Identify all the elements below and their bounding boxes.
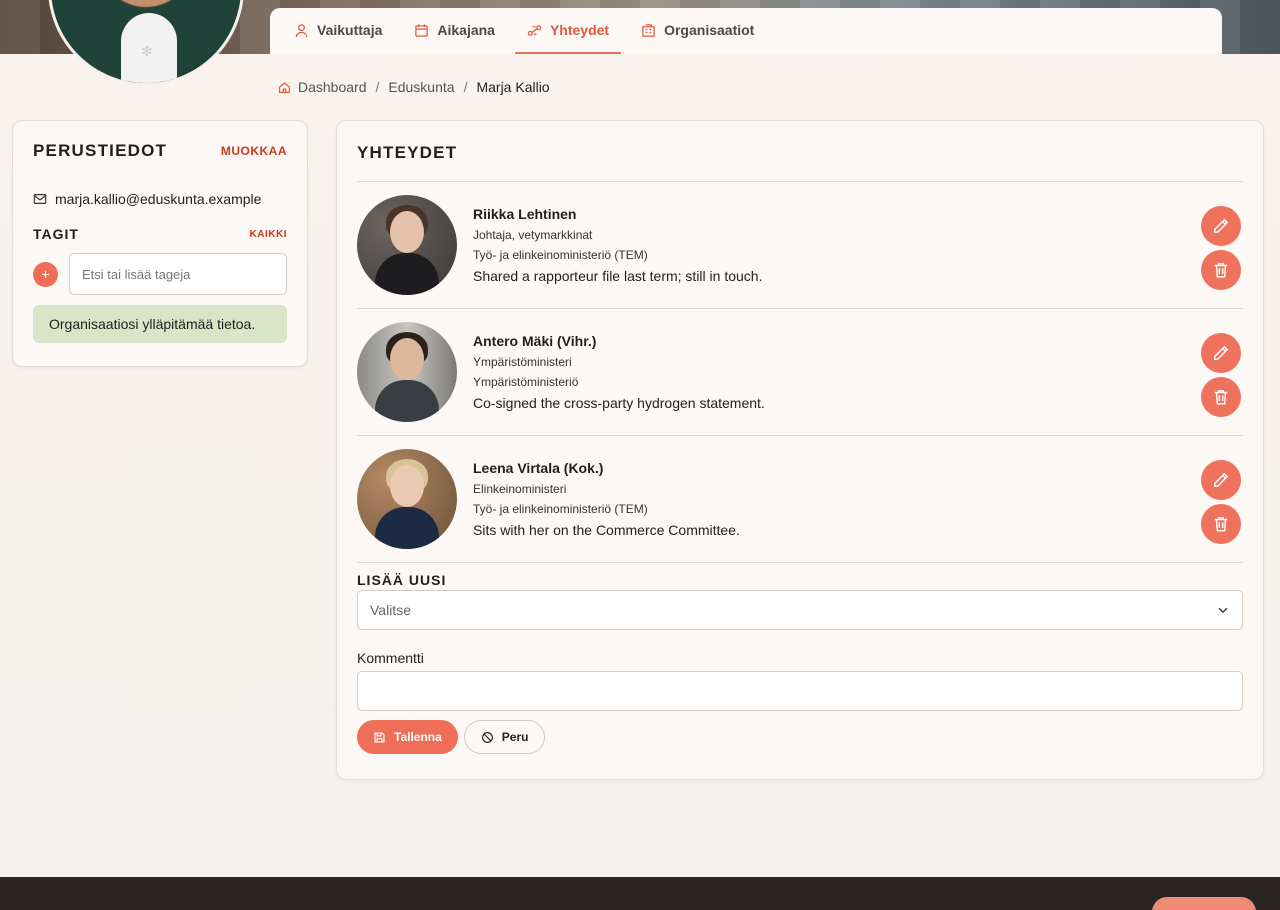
connection-comment: Shared a rapporteur file last term; stil…	[473, 268, 763, 284]
breadcrumb-current: Marja Kallio	[476, 79, 550, 95]
pencil-icon	[1214, 472, 1229, 487]
connection-avatar	[357, 449, 457, 549]
tab-label: Aikajana	[437, 22, 495, 38]
breadcrumb-separator: /	[463, 79, 468, 95]
delete-connection-button[interactable]	[1201, 504, 1241, 544]
add-new-title: LISÄÄ UUSI	[357, 572, 447, 588]
edit-connection-button[interactable]	[1201, 460, 1241, 500]
trash-icon	[1214, 517, 1228, 532]
avatar-body	[375, 253, 439, 295]
tab-vaikuttaja[interactable]: Vaikuttaja	[282, 8, 394, 54]
save-label: Tallenna	[394, 730, 442, 744]
connection-organization: Työ- ja elinkeinoministeriö (TEM)	[473, 248, 648, 262]
connections-title: YHTEYDET	[357, 143, 1243, 182]
delete-connection-button[interactable]	[1201, 250, 1241, 290]
select-value: Valitse	[370, 602, 411, 618]
tab-label: Yhteydet	[549, 22, 610, 38]
trash-icon	[1214, 390, 1228, 405]
connection-role: Elinkeinoministeri	[473, 482, 567, 496]
footer-cta-button[interactable]	[1152, 897, 1256, 910]
pencil-icon	[1214, 218, 1229, 233]
breadcrumb-dashboard[interactable]: Dashboard	[298, 79, 367, 95]
basics-card: PERUSTIEDOT MUOKKAA marja.kallio@eduskun…	[12, 120, 308, 367]
breadcrumb: Dashboard / Eduskunta / Marja Kallio	[278, 79, 550, 95]
pencil-icon	[1214, 345, 1229, 360]
connection-item: Leena Virtala (Kok.) Elinkeinoministeri …	[357, 436, 1243, 563]
delete-connection-button[interactable]	[1201, 377, 1241, 417]
avatar-face	[390, 465, 424, 507]
tags-title: TAGIT	[33, 226, 79, 242]
basics-title: PERUSTIEDOT	[33, 141, 168, 160]
profile-tabs: Vaikuttaja Aikajana Yhteydet Organisaati…	[270, 8, 1222, 54]
cancel-label: Peru	[501, 730, 529, 744]
tab-label: Vaikuttaja	[317, 22, 383, 38]
connection-item: Riikka Lehtinen Johtaja, vetymarkkinat T…	[357, 182, 1243, 309]
connections-card: YHTEYDET Riikka Lehtinen Johtaja, vetyma…	[336, 120, 1264, 780]
save-icon	[374, 731, 385, 743]
connection-organization: Työ- ja elinkeinoministeriö (TEM)	[473, 502, 648, 516]
mail-icon	[33, 194, 47, 204]
tab-organisaatiot[interactable]: Organisaatiot	[629, 8, 766, 54]
tag-search-input[interactable]	[69, 253, 287, 295]
breadcrumb-eduskunta[interactable]: Eduskunta	[388, 79, 454, 95]
building-icon	[642, 23, 655, 37]
edit-link[interactable]: MUOKKAA	[221, 144, 287, 158]
tab-aikajana[interactable]: Aikajana	[402, 8, 507, 54]
org-info-notice: Organisaatiosi ylläpitämää tietoa.	[33, 305, 287, 343]
connection-organization: Ympäristöministeriö	[473, 375, 579, 389]
trash-icon	[1214, 263, 1228, 278]
tags-all-link[interactable]: KAIKKI	[250, 229, 287, 240]
edit-connection-button[interactable]	[1201, 333, 1241, 373]
tab-yhteydet[interactable]: Yhteydet	[514, 8, 622, 54]
connection-avatar	[357, 322, 457, 422]
connection-comment: Sits with her on the Commerce Committee.	[473, 522, 740, 538]
avatar-face	[390, 211, 424, 253]
chevron-down-icon	[1218, 607, 1228, 614]
edit-connection-button[interactable]	[1201, 206, 1241, 246]
breadcrumb-separator: /	[375, 79, 380, 95]
cancel-button[interactable]: Peru	[463, 720, 546, 754]
block-icon	[481, 731, 493, 743]
connection-role: Johtaja, vetymarkkinat	[473, 228, 593, 242]
connections-icon	[527, 24, 542, 36]
connection-avatar	[357, 195, 457, 295]
avatar-pin: ✻	[141, 43, 153, 59]
connection-select[interactable]: Valitse	[357, 590, 1243, 630]
email-value[interactable]: marja.kallio@eduskunta.example	[55, 191, 261, 207]
connection-name[interactable]: Antero Mäki (Vihr.)	[473, 333, 765, 349]
page-footer	[0, 877, 1280, 910]
add-tag-button[interactable]: +	[33, 261, 58, 287]
home-icon[interactable]	[278, 81, 291, 94]
connection-name[interactable]: Riikka Lehtinen	[473, 206, 762, 222]
connection-item: Antero Mäki (Vihr.) Ympäristöministeri Y…	[357, 309, 1243, 436]
connection-name[interactable]: Leena Virtala (Kok.)	[473, 460, 740, 476]
tab-label: Organisaatiot	[664, 22, 755, 38]
save-button[interactable]: Tallenna	[357, 720, 458, 754]
avatar-body	[375, 507, 439, 549]
email-row: marja.kallio@eduskunta.example	[33, 191, 287, 207]
avatar-body	[375, 380, 439, 422]
avatar-face	[390, 338, 424, 380]
comment-label: Kommentti	[357, 650, 424, 666]
comment-input[interactable]	[357, 671, 1243, 711]
calendar-icon	[415, 23, 429, 37]
profile-avatar: ✻	[48, 0, 244, 86]
person-icon	[295, 23, 308, 37]
connection-comment: Co-signed the cross-party hydrogen state…	[473, 395, 765, 411]
connection-role: Ympäristöministeri	[473, 355, 572, 369]
